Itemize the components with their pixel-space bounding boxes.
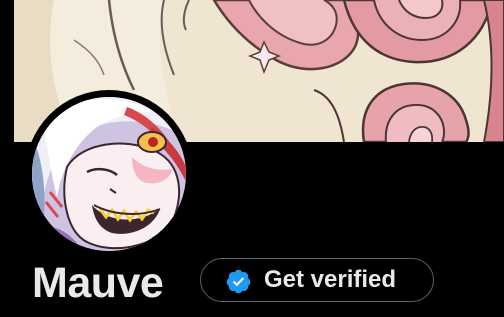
get-verified-label: Get verified: [264, 266, 397, 293]
display-name: Mauve: [32, 259, 164, 307]
verified-badge-icon: [226, 269, 251, 294]
avatar[interactable]: [32, 97, 186, 251]
left-gutter: [0, 0, 14, 317]
profile-header: Mauve Get verified: [0, 0, 504, 317]
get-verified-button[interactable]: Get verified: [200, 258, 434, 302]
avatar-artwork: [32, 97, 186, 251]
